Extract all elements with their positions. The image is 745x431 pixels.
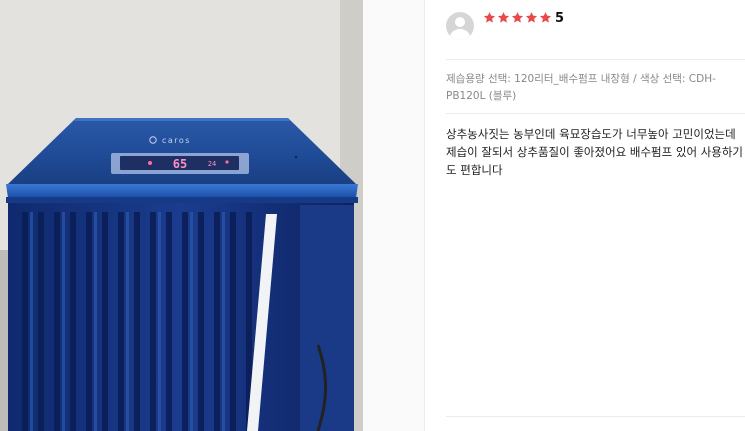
review-panel: 5 제습용량 선택: 120리터_배수펌프 내장형 / 색상 선택: CDH-P…	[425, 0, 745, 431]
star-icon	[511, 12, 524, 23]
review-photo[interactable]: 65 24 caros	[0, 0, 363, 431]
star-icon	[525, 12, 538, 23]
gallery-gap	[363, 0, 424, 431]
star-rating	[483, 11, 552, 24]
divider	[446, 59, 745, 60]
svg-text:65: 65	[173, 157, 187, 171]
star-icon	[497, 12, 510, 23]
review-content: 상추농사짓는 농부인데 육묘장습도가 너무높아 고민이었는데 제습이 잘되서 상…	[446, 127, 744, 177]
dehumidifier-photo: 65 24 caros	[0, 0, 363, 431]
divider	[446, 416, 745, 417]
divider	[446, 113, 745, 114]
star-icon	[539, 12, 552, 23]
rating-score: 5	[555, 11, 565, 26]
svg-text:caros: caros	[162, 136, 191, 145]
user-avatar-icon	[446, 12, 474, 40]
star-icon	[483, 12, 496, 23]
svg-text:24: 24	[208, 160, 216, 168]
purchase-option: 제습용량 선택: 120리터_배수펌프 내장형 / 색상 선택: CDH-PB1…	[446, 73, 716, 102]
